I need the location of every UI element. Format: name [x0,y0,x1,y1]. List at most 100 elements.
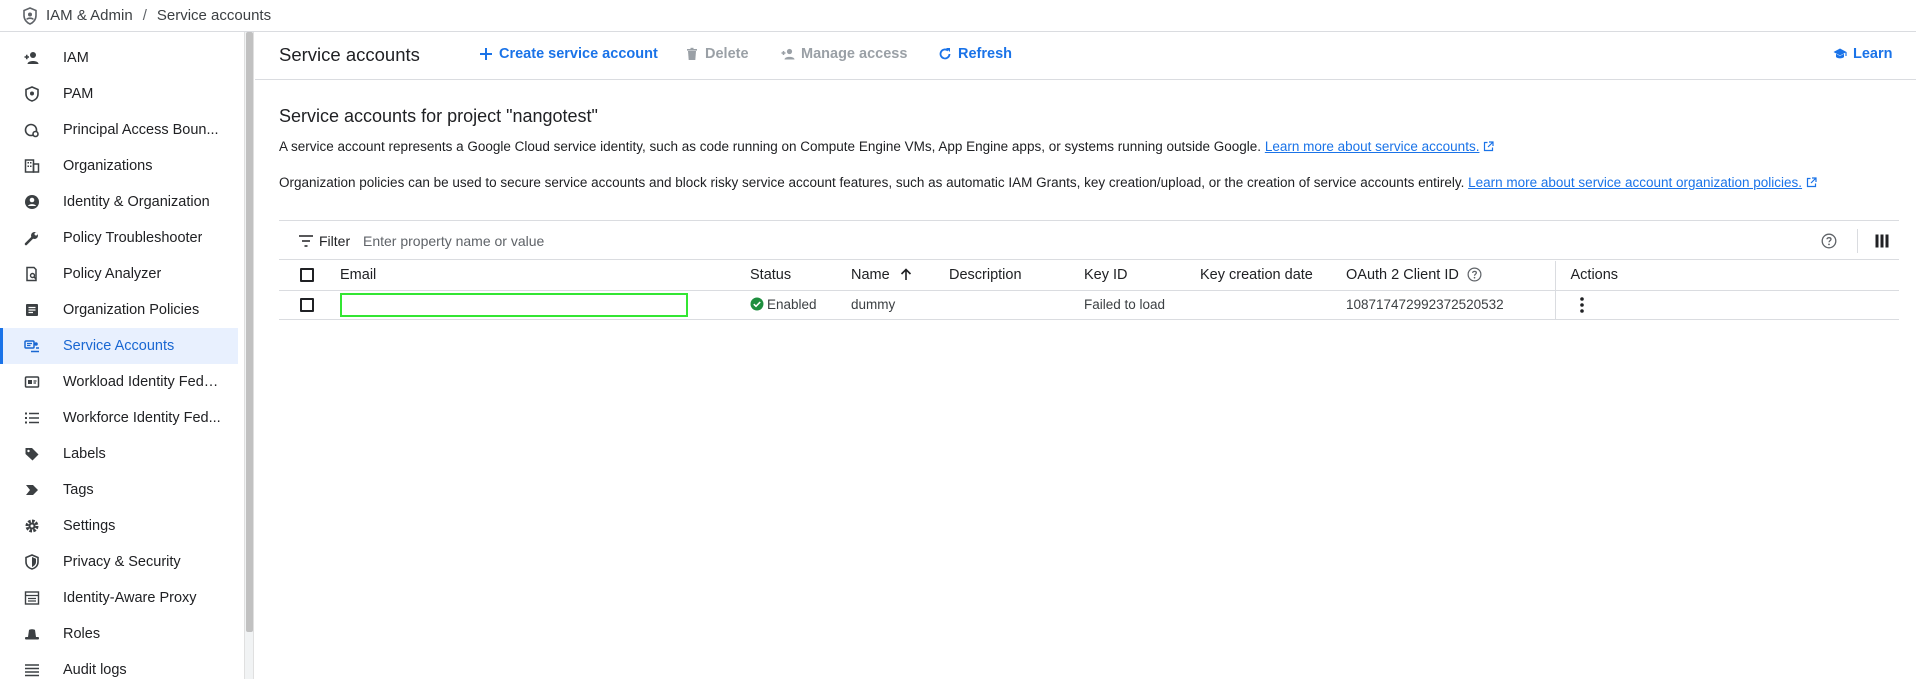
person-add-icon [781,48,795,60]
email-highlight-box[interactable] [340,292,688,317]
column-header-actions: Actions [1554,261,1899,291]
sidebar-item-policy-analyzer[interactable]: Policy Analyzer [0,256,238,292]
table-row: Enabled dummy Failed to load 10871747299… [279,290,1899,320]
column-header-key-id[interactable]: Key ID [1084,261,1200,291]
learn-more-service-accounts-link[interactable]: Learn more about service accounts. [1265,139,1495,154]
sidebar-item-roles[interactable]: Roles [0,616,238,652]
row-checkbox[interactable] [300,298,314,313]
sidebar-item-workforce-identity-federation[interactable]: Workforce Identity Fed... [0,400,238,436]
external-link-icon [1484,141,1495,152]
sidebar-item-policy-troubleshooter[interactable]: Policy Troubleshooter [0,220,238,256]
select-all-checkbox[interactable] [300,268,314,283]
column-header-key-creation-date[interactable]: Key creation date [1200,261,1346,291]
filter-input[interactable] [363,229,963,253]
breadcrumb-current: Service accounts [156,7,272,24]
help-icon[interactable] [1467,267,1482,282]
learn-label: Learn [1853,46,1893,62]
sidebar-item-workload-identity-federation[interactable]: Workload Identity Fede... [0,364,238,400]
sidebar-scrollbar[interactable] [244,32,254,679]
document-search-icon [26,266,37,282]
breadcrumb: IAM & Admin / Service accounts [0,0,1916,32]
help-icon[interactable] [1821,233,1837,249]
column-header-status[interactable]: Status [750,261,851,291]
hat-icon [25,629,39,640]
sidebar-item-labels[interactable]: Labels [0,436,238,472]
section-title: Service accounts for project "nangotest" [279,106,598,126]
main-content: Service accounts Create service account … [255,32,1916,679]
refresh-label: Refresh [958,46,1012,62]
breadcrumb-root[interactable]: IAM & Admin [46,7,133,24]
delete-button[interactable]: Delete [685,46,749,62]
sidebar-item-privacy-security[interactable]: Privacy & Security [0,544,238,580]
link-text: Learn more about service accounts. [1264,139,1480,154]
plus-icon [480,48,492,60]
link-text: Learn more about service account organiz… [1468,175,1803,190]
sidebar-item-label: Policy Troubleshooter [63,230,203,246]
label-icon [25,448,39,461]
shield-lock-icon [25,554,39,570]
sidebar-item-service-accounts[interactable]: Service Accounts [0,328,238,364]
sidebar-item-label: Organization Policies [63,302,200,318]
learn-button[interactable]: Learn [1833,46,1893,62]
sidebar-item-pam[interactable]: PAM [0,76,238,112]
status-cell: Enabled [750,290,851,320]
policy-icon [24,123,39,138]
sidebar-item-label: Labels [63,446,106,462]
page-title: Service accounts [279,44,420,65]
status-text: Enabled [767,297,817,312]
sidebar-item-label: Principal Access Boun... [63,122,219,138]
create-service-account-button[interactable]: Create service account [479,46,658,62]
sidebar-item-label: Roles [63,626,101,642]
delete-label: Delete [705,46,749,62]
sidebar-item-iam[interactable]: IAM [0,40,238,76]
list-box-icon [26,304,38,316]
filter-bar: Filter [279,220,1899,260]
filter-icon[interactable] [299,235,313,247]
sidebar: IAM PAM Principal Access Boun... Organiz… [0,32,244,679]
sidebar-item-identity-aware-proxy[interactable]: Identity-Aware Proxy [0,580,238,616]
row-select-cell [279,290,340,320]
oauth-client-id-cell: 108717472992372520532 [1346,290,1555,320]
sidebar-item-identity-organization[interactable]: Identity & Organization [0,184,238,220]
sidebar-item-settings[interactable]: Settings [0,508,238,544]
actions-cell [1554,290,1899,320]
sort-ascending-icon [900,268,911,281]
column-header-oauth-client-id[interactable]: OAuth 2 Client ID [1346,261,1555,291]
shield-icon [23,6,37,25]
list-icon [25,412,39,424]
filter-label: Filter [319,233,351,249]
shield-icon [25,86,39,102]
column-header-description[interactable]: Description [949,261,1084,291]
sidebar-item-label: Policy Analyzer [63,266,162,282]
service-account-description: A service account represents a Google Cl… [279,139,1495,154]
sidebar-item-label: Workload Identity Fede... [63,374,221,390]
refresh-button[interactable]: Refresh [938,46,1012,62]
select-all-cell [279,261,340,291]
tag-arrow-icon [26,485,38,495]
column-display-icon[interactable] [1875,234,1889,248]
column-header-name[interactable]: Name [851,261,949,291]
sidebar-item-label: Identity-Aware Proxy [63,590,197,606]
email-cell[interactable] [340,290,750,320]
learn-more-org-policies-link[interactable]: Learn more about service account organiz… [1468,175,1817,190]
sidebar-item-tags[interactable]: Tags [0,472,238,508]
column-header-email[interactable]: Email [340,261,750,291]
sidebar-item-label: Tags [63,482,94,498]
sidebar-item-organizations[interactable]: Organizations [0,148,238,184]
refresh-icon [939,48,951,60]
scrollbar-thumb[interactable] [246,32,253,632]
more-vert-icon[interactable] [1579,296,1584,313]
sidebar-item-principal-access-boundary[interactable]: Principal Access Boun... [0,112,238,148]
person-circle-icon [25,195,39,209]
sidebar-item-audit-logs[interactable]: Audit logs [0,652,238,679]
wrench-icon [24,232,38,246]
toolbar: Service accounts Create service account … [255,32,1916,80]
sidebar-item-label: Identity & Organization [63,194,210,210]
sidebar-item-organization-policies[interactable]: Organization Policies [0,292,238,328]
trash-icon [687,47,697,60]
manage-access-button[interactable]: Manage access [781,46,907,62]
sidebar-item-label: Workforce Identity Fed... [63,410,221,426]
manage-access-label: Manage access [801,46,908,62]
person-add-icon [24,52,39,64]
sidebar-item-label: Privacy & Security [63,554,181,570]
